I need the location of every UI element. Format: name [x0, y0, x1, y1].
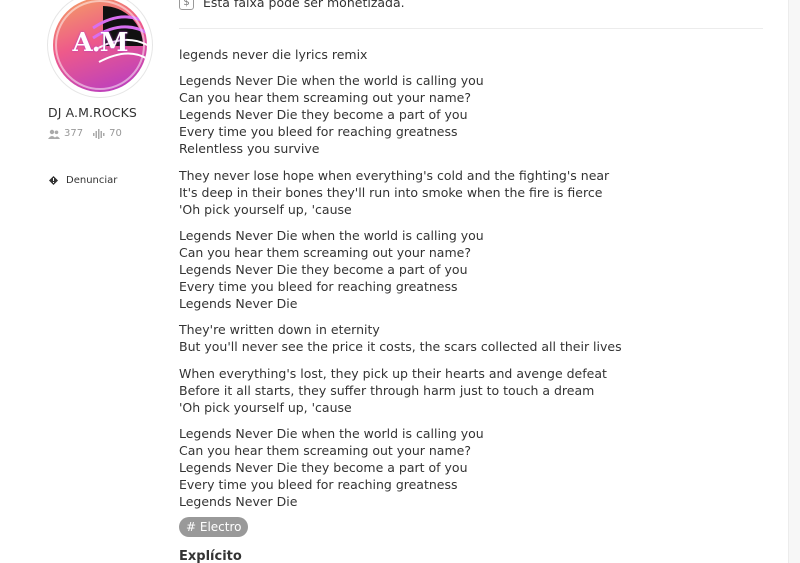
artist-name[interactable]: DJ A.M.ROCKS — [48, 105, 137, 120]
followers-count: 377 — [64, 128, 84, 139]
tracks-count: 70 — [109, 128, 122, 139]
lyric-line: Can you hear them screaming out your nam… — [179, 442, 471, 458]
avatar-text: A.M — [72, 28, 128, 58]
lyric-line: Legends Never Die when the world is call… — [179, 425, 484, 441]
lyric-line: They're written down in eternity — [179, 322, 380, 338]
lyric-line: Before it all starts, they suffer throug… — [179, 382, 595, 398]
lyric-line: Can you hear them screaming out your nam… — [179, 90, 471, 106]
lyric-line: They never lose hope when everything's c… — [179, 167, 610, 183]
track-description: legends never die lyrics remix Legends N… — [179, 46, 769, 519]
avatar-logo: A.M — [53, 0, 147, 92]
lyric-line: Relentless you survive — [179, 141, 320, 157]
lyric-line: Legends Never Die they become a part of … — [179, 107, 468, 123]
genre-tag[interactable]: # Electro — [179, 517, 249, 537]
lyric-line: Legends Never Die when the world is call… — [179, 227, 484, 243]
soundwave-icon — [93, 128, 105, 139]
artist-stats: 377 70 — [48, 128, 132, 139]
lyric-line: Legends Never Die when the world is call… — [179, 73, 484, 89]
lyric-stanza: Legends Never Die when the world is call… — [179, 425, 769, 510]
lyric-line: Every time you bleed for reaching greatn… — [179, 477, 458, 493]
lyric-line: Legends Never Die — [179, 296, 298, 312]
flag-icon — [48, 176, 58, 186]
lyric-line: Legends Never Die — [179, 494, 298, 510]
tracks-stat[interactable]: 70 — [93, 128, 122, 139]
lyric-line: 'Oh pick yourself up, 'cause — [179, 201, 352, 217]
lyric-line: It's deep in their bones they'll run int… — [179, 184, 603, 200]
lyric-line: Can you hear them screaming out your nam… — [179, 244, 471, 260]
followers-icon — [48, 129, 60, 139]
report-link[interactable]: Denunciar — [48, 175, 117, 186]
lyric-line: Every time you bleed for reaching greatn… — [179, 124, 458, 140]
lyric-line: When everything's lost, they pick up the… — [179, 365, 607, 381]
lyric-line: Every time you bleed for reaching greatn… — [179, 279, 458, 295]
lyric-stanza: They're written down in eternity But you… — [179, 321, 769, 355]
lyric-line: Legends Never Die they become a part of … — [179, 459, 468, 475]
scrollbar[interactable] — [788, 0, 800, 563]
monetization-notice: $ Esta faixa pode ser monetizada. — [179, 0, 405, 10]
description-title: legends never die lyrics remix — [179, 47, 368, 62]
lyric-stanza: When everything's lost, they pick up the… — [179, 365, 769, 416]
lyric-line: Legends Never Die they become a part of … — [179, 262, 468, 278]
report-label: Denunciar — [66, 175, 118, 186]
divider — [179, 28, 763, 29]
lyric-stanza: They never lose hope when everything's c… — [179, 167, 769, 218]
followers-stat[interactable]: 377 — [48, 128, 83, 139]
explicit-label: Explícito — [179, 549, 242, 563]
lyric-line: 'Oh pick yourself up, 'cause — [179, 399, 352, 415]
artist-avatar[interactable]: A.M — [47, 0, 153, 98]
lyric-stanza: Legends Never Die when the world is call… — [179, 72, 769, 157]
lyric-stanza: Legends Never Die when the world is call… — [179, 227, 769, 312]
monetization-text: Esta faixa pode ser monetizada. — [203, 0, 405, 10]
lyric-line: But you'll never see the price it costs,… — [179, 339, 622, 355]
dollar-icon: $ — [179, 0, 194, 10]
